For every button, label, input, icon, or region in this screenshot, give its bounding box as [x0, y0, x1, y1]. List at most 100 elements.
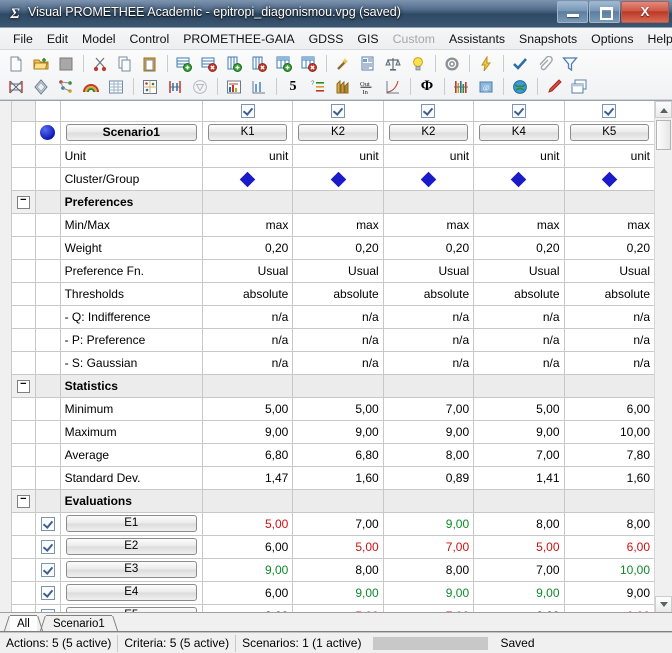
criteria-active-checkbox-k2a[interactable] [292, 101, 384, 122]
menu-gis[interactable]: GIS [350, 30, 385, 48]
cell-e1-k2a[interactable]: 7,00 [292, 511, 384, 536]
cell-cluster-k4[interactable] [473, 166, 565, 191]
action-button-e1[interactable]: E1 [65, 515, 197, 532]
expander-evaluations[interactable]: − [11, 488, 36, 513]
cell-cluster-k1[interactable] [201, 166, 294, 191]
save-icon[interactable] [54, 52, 78, 75]
tab-scenario1[interactable]: Scenario1 [39, 615, 119, 632]
expander-preferences[interactable]: − [11, 189, 36, 214]
cell-p-k4[interactable]: n/a [473, 327, 565, 352]
menu-promethee-gaia[interactable]: PROMETHEE-GAIA [176, 30, 301, 48]
criteria-active-checkbox-k1[interactable] [201, 101, 294, 122]
cell-unit-k2b[interactable]: unit [382, 143, 475, 168]
close-button[interactable]: X [621, 1, 669, 23]
menu-options[interactable]: Options [584, 30, 640, 48]
cell-p-k2a[interactable]: n/a [292, 327, 384, 352]
cell-e2-k2a[interactable]: 5,00 [292, 534, 384, 559]
cell-e5-k1[interactable]: 8,00 [201, 603, 294, 612]
diamond-icon[interactable] [29, 75, 53, 98]
action-active-checkbox-e3[interactable] [34, 557, 61, 582]
scenario-indicator[interactable] [34, 120, 61, 145]
cell-e5-k2b[interactable]: 7,00 [382, 603, 475, 612]
cell-s-k2a[interactable]: n/a [292, 350, 384, 375]
cell-cluster-k2b[interactable] [382, 166, 475, 191]
scatter-nodes-icon[interactable] [54, 75, 78, 98]
criterion-button-k2b[interactable]: K2 [388, 124, 469, 141]
menu-help[interactable]: Help [641, 30, 672, 48]
multi-bar-icon[interactable] [449, 75, 473, 98]
cell-cluster-k5[interactable] [563, 166, 655, 191]
cell-q-k2a[interactable]: n/a [292, 304, 384, 329]
cell-e4-k2a[interactable]: 9,00 [292, 580, 384, 605]
open-folder-icon[interactable] [29, 52, 53, 75]
add-column-icon[interactable] [222, 52, 246, 75]
cell-s-k1[interactable]: n/a [201, 350, 294, 375]
criterion-button-k5[interactable]: K5 [569, 124, 649, 141]
out-in-icon[interactable]: Out In [356, 75, 380, 98]
scenario-button[interactable]: Scenario1 [65, 124, 197, 141]
delete-column-icon[interactable] [247, 52, 271, 75]
cell-q-k4[interactable]: n/a [473, 304, 565, 329]
cell-thresholds-k2b[interactable]: absolute [382, 281, 475, 306]
report-icon[interactable] [356, 52, 380, 75]
cell-preffn-k5[interactable]: Usual [563, 258, 655, 283]
network-icon[interactable] [4, 75, 28, 98]
rainbow-icon[interactable] [79, 75, 103, 98]
action-button-e3[interactable]: E3 [65, 561, 197, 578]
expander-statistics[interactable]: − [11, 373, 36, 398]
cell-e2-k5[interactable]: 6,00 [563, 534, 655, 559]
cell-e1-k2b[interactable]: 9,00 [382, 511, 475, 536]
minimize-button[interactable] [557, 1, 588, 23]
cell-minmax-k2b[interactable]: max [382, 212, 475, 237]
criteria-active-checkbox-k4[interactable] [473, 101, 565, 122]
lightning-icon[interactable] [474, 52, 498, 75]
menu-gdss[interactable]: GDSS [302, 30, 351, 48]
action-active-checkbox-e4[interactable] [34, 580, 61, 605]
cell-weight-k5[interactable]: 0,20 [563, 235, 655, 260]
balance-scales-icon[interactable] [381, 52, 405, 75]
cell-s-k5[interactable]: n/a [563, 350, 655, 375]
delete-table-icon[interactable] [297, 52, 321, 75]
action-active-checkbox-e1[interactable] [34, 511, 61, 536]
cell-e3-k2a[interactable]: 8,00 [292, 557, 384, 582]
cell-p-k1[interactable]: n/a [201, 327, 294, 352]
scroll-down-button[interactable] [655, 596, 672, 612]
maximize-button[interactable] [589, 1, 620, 23]
cell-e3-k5[interactable]: 10,00 [563, 557, 655, 582]
cell-minmax-k2a[interactable]: max [292, 212, 384, 237]
table-grid-icon[interactable] [104, 75, 128, 98]
tab-all[interactable]: All [3, 615, 44, 632]
cell-e1-k4[interactable]: 8,00 [473, 511, 565, 536]
cell-thresholds-k1[interactable]: absolute [201, 281, 294, 306]
action-button-e2[interactable]: E2 [65, 538, 197, 555]
cell-unit-k1[interactable]: unit [201, 143, 294, 168]
cell-e4-k1[interactable]: 6,00 [201, 580, 294, 605]
cell-s-k4[interactable]: n/a [473, 350, 565, 375]
cell-e2-k4[interactable]: 5,00 [473, 534, 565, 559]
cell-preffn-k2a[interactable]: Usual [292, 258, 384, 283]
walking-weights-icon[interactable] [163, 75, 187, 98]
action-profile-icon[interactable]: @ [474, 75, 498, 98]
curve-icon[interactable] [381, 75, 405, 98]
menu-file[interactable]: File [6, 30, 40, 48]
pencil-icon[interactable] [542, 75, 566, 98]
profiles-icon[interactable] [247, 75, 271, 98]
cell-unit-k5[interactable]: unit [563, 143, 655, 168]
cut-scissors-icon[interactable] [88, 52, 112, 75]
gear-icon[interactable] [440, 52, 464, 75]
paperclip-icon[interactable] [533, 52, 557, 75]
vertical-scrollbar[interactable] [654, 101, 672, 612]
globe-icon[interactable] [508, 75, 532, 98]
cell-thresholds-k2a[interactable]: absolute [292, 281, 384, 306]
cell-weight-k1[interactable]: 0,20 [201, 235, 294, 260]
cell-thresholds-k4[interactable]: absolute [473, 281, 565, 306]
cell-e4-k5[interactable]: 9,00 [563, 580, 655, 605]
action-button-e4[interactable]: E4 [65, 584, 197, 601]
action-active-checkbox-e2[interactable] [34, 534, 61, 559]
cell-unit-k2a[interactable]: unit [292, 143, 384, 168]
cell-e4-k4[interactable]: 9,00 [473, 580, 565, 605]
cell-minmax-k1[interactable]: max [201, 212, 294, 237]
menu-assistants[interactable]: Assistants [442, 30, 512, 48]
cell-minmax-k4[interactable]: max [473, 212, 565, 237]
scroll-up-button[interactable] [655, 101, 672, 118]
